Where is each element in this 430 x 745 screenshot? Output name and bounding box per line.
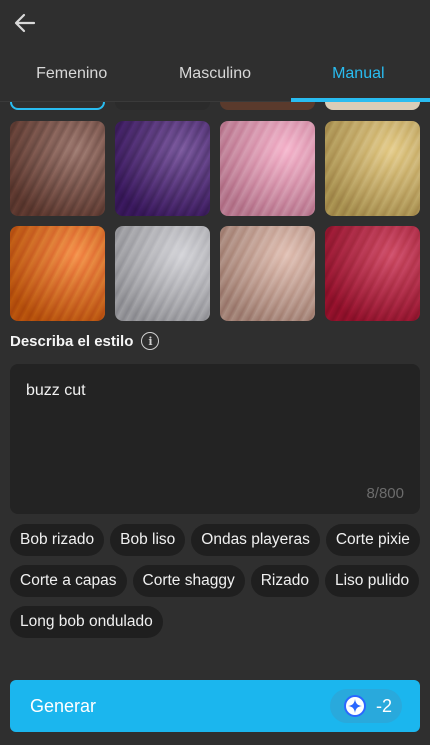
generate-label: Generar (30, 695, 97, 716)
tab-masculino[interactable]: Masculino (143, 46, 286, 101)
hair-color-grid-scroll[interactable] (0, 102, 430, 322)
hair-color-swatch-orange[interactable] (10, 226, 105, 321)
style-description-box: 8/800 (10, 364, 420, 514)
suggestion-chip-corte-shaggy[interactable]: Corte shaggy (132, 565, 245, 597)
suggestion-chip-corte-pixie[interactable]: Corte pixie (325, 524, 420, 556)
tab-femenino[interactable]: Femenino (0, 46, 143, 101)
sparkle-credit-icon (343, 695, 366, 717)
style-description-input[interactable] (26, 382, 404, 400)
suggestion-chip-bob-rizado[interactable]: Bob rizado (10, 524, 105, 556)
swatch-partial[interactable] (115, 102, 210, 110)
swatch-partial[interactable] (220, 102, 315, 110)
suggestion-chip-corte-a-capas[interactable]: Corte a capas (10, 565, 127, 597)
suggestion-chip-ondas-playeras[interactable]: Ondas playeras (191, 524, 320, 556)
hair-color-swatch-purple[interactable] (115, 121, 210, 216)
back-button[interactable] (10, 8, 40, 38)
style-section-header: Describa el estilo i (10, 332, 160, 350)
hair-color-grid (10, 121, 420, 321)
suggestion-chip-liso-pulido[interactable]: Liso pulido (324, 565, 420, 597)
hair-color-swatch-pink[interactable] (220, 121, 315, 216)
hair-color-swatch-silver[interactable] (115, 226, 210, 321)
gender-tabs: Femenino Masculino Manual (0, 46, 430, 102)
generate-button[interactable]: Generar -2 (10, 680, 420, 732)
swatch-partial[interactable] (325, 102, 420, 110)
suggestion-chip-bob-liso[interactable]: Bob liso (110, 524, 186, 556)
hair-color-swatch-golden-blonde[interactable] (325, 121, 420, 216)
hair-color-swatch-light-brown[interactable] (10, 121, 105, 216)
partial-swatch-row (10, 102, 420, 112)
tab-manual[interactable]: Manual (287, 46, 430, 102)
top-bar (0, 0, 430, 46)
character-counter: 8/800 (366, 485, 404, 502)
info-icon[interactable]: i (141, 332, 160, 350)
suggestion-chip-long-bob-ondulado[interactable]: Long bob ondulado (10, 606, 163, 638)
style-section-label: Describa el estilo (10, 332, 134, 350)
style-suggestions: Bob rizado Bob liso Ondas playeras Corte… (10, 524, 420, 638)
hair-color-swatch-crimson[interactable] (325, 226, 420, 321)
arrow-left-icon (14, 13, 36, 33)
credit-cost-value: -2 (375, 695, 392, 716)
suggestion-chip-rizado[interactable]: Rizado (250, 565, 319, 597)
credit-cost-badge: -2 (329, 689, 402, 723)
selected-swatch-partial[interactable] (10, 102, 105, 110)
hair-color-swatch-rose-beige[interactable] (220, 226, 315, 321)
